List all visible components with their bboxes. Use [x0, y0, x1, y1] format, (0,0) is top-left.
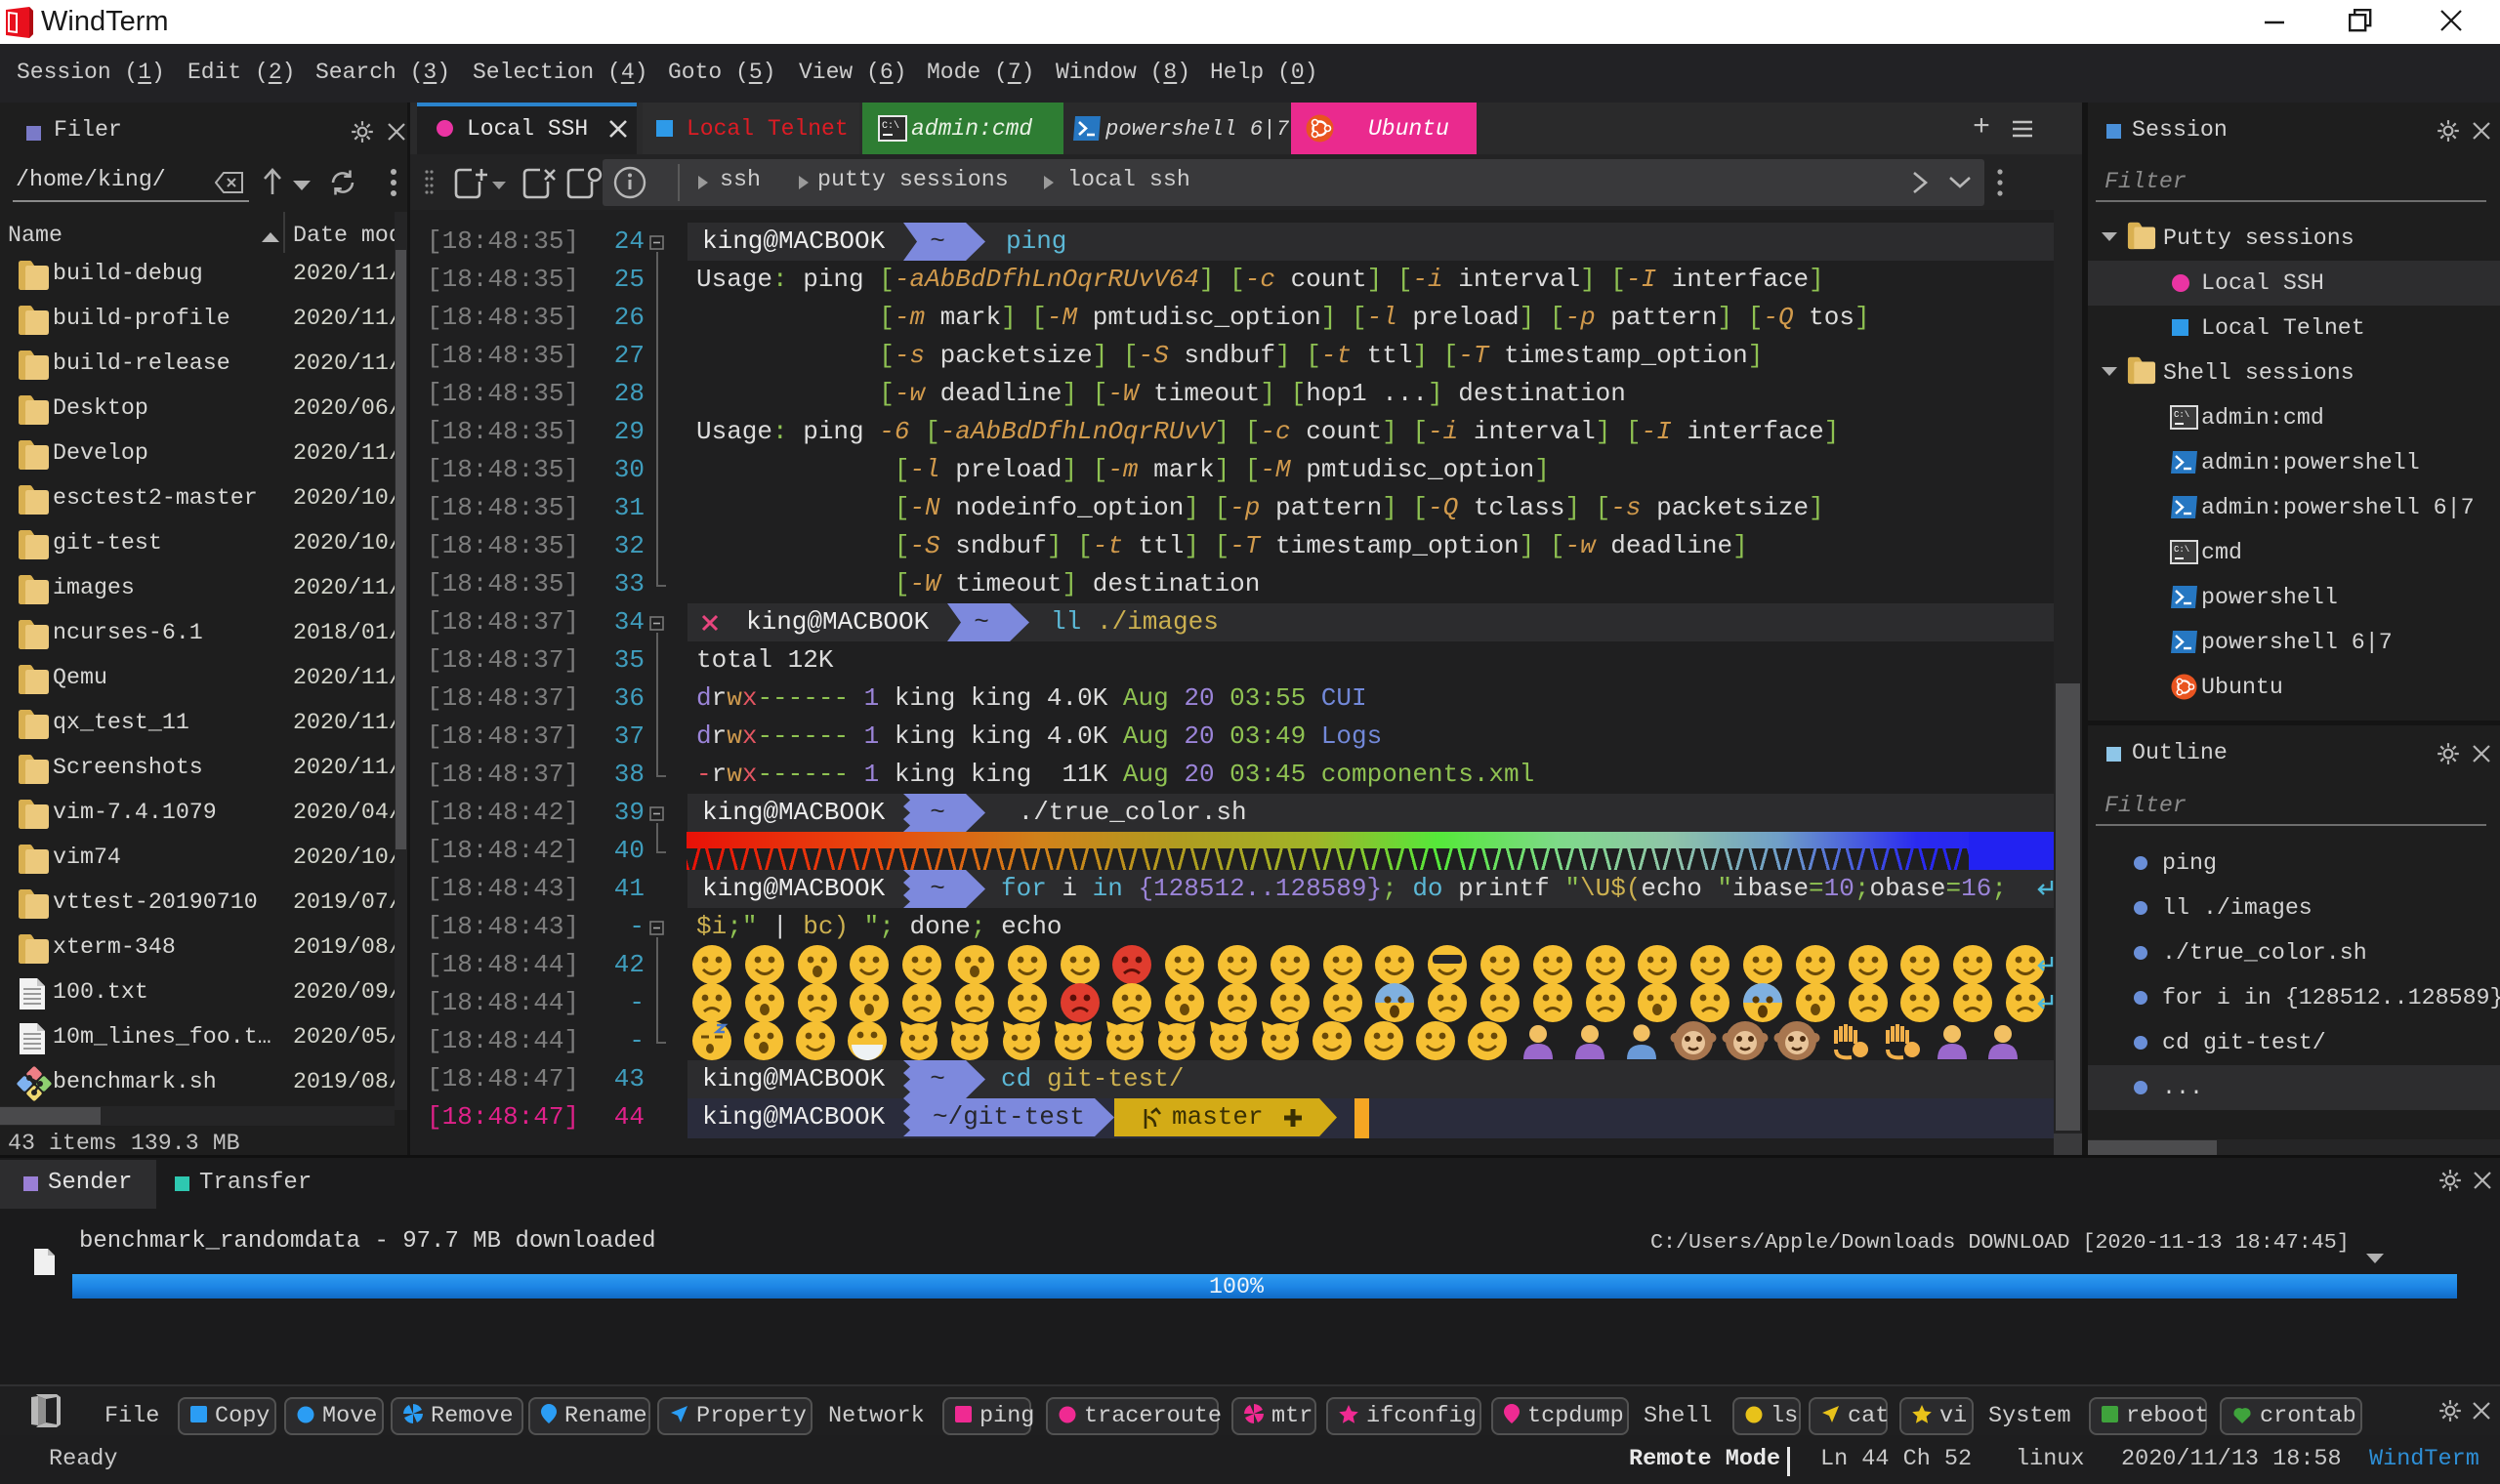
- svg-text:C:\: C:\: [882, 120, 899, 132]
